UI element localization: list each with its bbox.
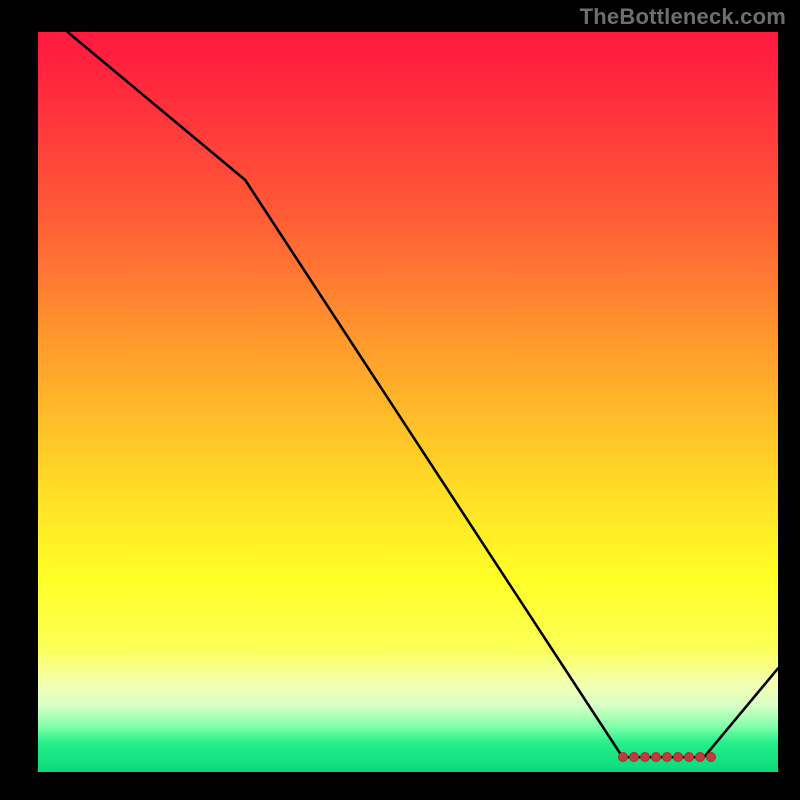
data-marker xyxy=(651,752,661,762)
data-marker xyxy=(684,752,694,762)
data-marker xyxy=(695,752,705,762)
data-marker xyxy=(640,752,650,762)
data-marker xyxy=(673,752,683,762)
data-marker xyxy=(618,752,628,762)
plot-area xyxy=(38,32,778,772)
data-marker xyxy=(629,752,639,762)
data-marker xyxy=(662,752,672,762)
data-marker xyxy=(706,752,716,762)
marker-layer xyxy=(38,32,778,772)
watermark-text: TheBottleneck.com xyxy=(580,4,786,30)
chart-container: TheBottleneck.com xyxy=(0,0,800,800)
